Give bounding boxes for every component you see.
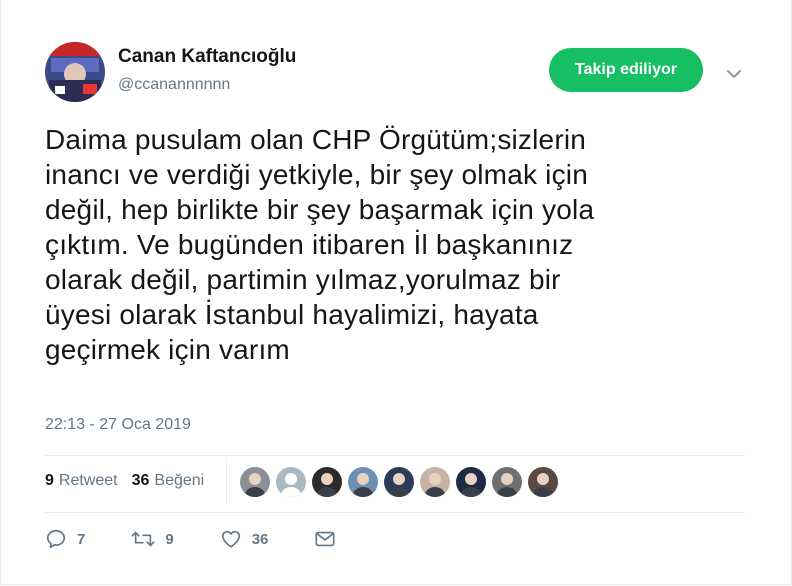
default-avatar-icon[interactable] — [276, 467, 306, 497]
tweet-text: Daima pusulam olan CHP Örgütüm;sizlerin … — [45, 124, 595, 365]
user-avatar-icon[interactable] — [312, 467, 342, 497]
user-handle[interactable]: @ccanannnnnn — [118, 76, 230, 94]
chevron-down-icon[interactable] — [722, 62, 746, 86]
tweet-timestamp[interactable]: 22:13 - 27 Oca 2019 — [45, 416, 191, 434]
user-avatar-icon[interactable] — [384, 467, 414, 497]
divider — [45, 512, 745, 513]
reply-icon — [46, 529, 66, 549]
user-avatar-icon[interactable] — [240, 467, 270, 497]
reply-count: 7 — [77, 530, 86, 548]
divider — [45, 455, 745, 456]
envelope-icon — [315, 531, 335, 547]
user-avatar-icon[interactable] — [348, 467, 378, 497]
user-avatar-icon[interactable] — [528, 467, 558, 497]
avatar-image — [45, 42, 105, 102]
likers-avatars — [240, 467, 564, 497]
following-button[interactable]: Takip ediliyor — [549, 48, 703, 92]
tweet-actions: 7 9 36 — [45, 528, 382, 550]
retweet-count: 9 — [165, 530, 174, 548]
heart-icon — [221, 530, 240, 548]
like-button[interactable]: 36 — [220, 528, 269, 550]
user-avatar-icon[interactable] — [420, 467, 450, 497]
tweet-stats: 9 Retweet 36 Beğeni — [45, 472, 204, 490]
stats-separator — [226, 458, 227, 504]
reply-button[interactable]: 7 — [45, 528, 85, 550]
retweet-button[interactable]: 9 — [131, 528, 174, 550]
like-count: 36 — [251, 530, 269, 548]
user-avatar-icon[interactable] — [456, 467, 486, 497]
avatar[interactable] — [45, 42, 105, 102]
retweets-stat[interactable]: 9 Retweet — [45, 472, 118, 490]
likes-stat[interactable]: 36 Beğeni — [132, 472, 205, 490]
user-avatar-icon[interactable] — [492, 467, 522, 497]
retweet-icon — [131, 531, 155, 547]
user-name[interactable]: Canan Kaftancıoğlu — [118, 46, 296, 68]
direct-message-button[interactable] — [314, 528, 336, 550]
